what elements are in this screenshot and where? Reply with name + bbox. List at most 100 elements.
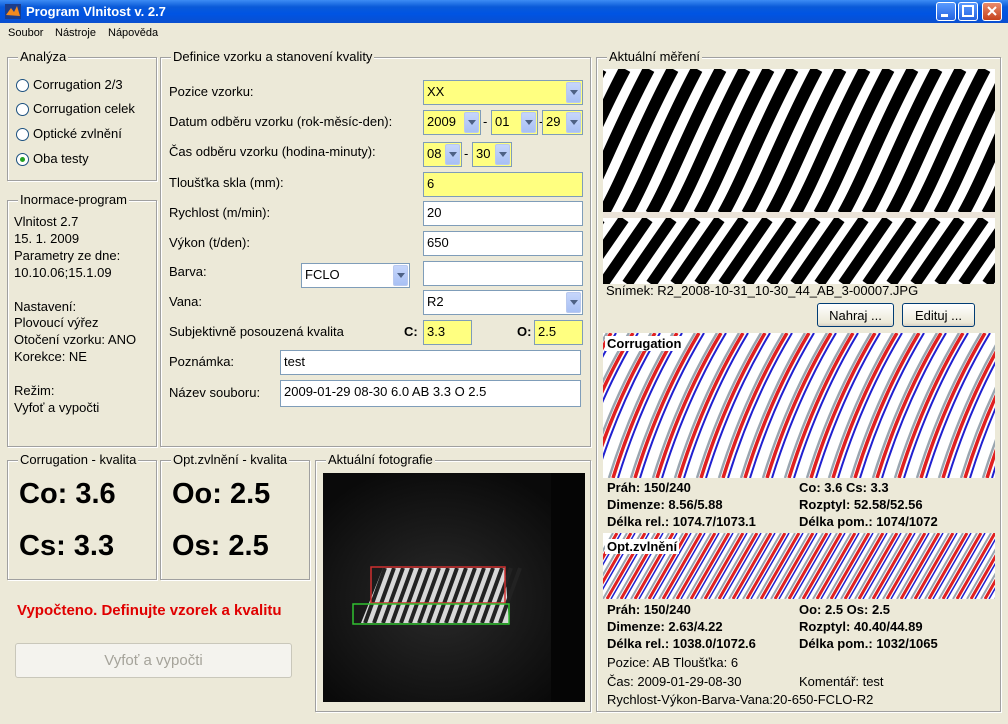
output-input[interactable]: 650 [423,231,583,256]
note-label: Poznámka: [169,354,235,369]
speed-input[interactable]: 20 [423,201,583,226]
load-button[interactable]: Nahraj ... [817,303,894,327]
dropdown-arrow-icon [566,82,581,103]
hour-select[interactable]: 08 [423,142,462,167]
dropdown-arrow-icon [445,144,460,165]
o-label: O: [517,324,532,339]
tank-value: R2 [427,294,444,309]
hour-value: 08 [427,146,442,161]
footer-pozice: Pozice: AB Tloušťka: 6 [607,655,739,670]
info-line: Parametry ze dne: [14,247,121,263]
day-value: 29 [546,114,561,129]
date-dash: - [483,114,488,129]
info-line: Vyfoť a vypočti [14,399,100,415]
radio-corrugation-celek[interactable] [16,103,29,116]
month-select[interactable]: 01 [491,110,538,135]
color-label: Barva: [169,264,207,279]
maximize-icon [962,5,974,17]
definition-legend: Definice vzorku a stanovení kvality [171,49,375,64]
snapshot-image [603,69,995,284]
radio-opticke-zvlneni[interactable] [16,128,29,141]
dropdown-arrow-icon [566,292,581,313]
radio-label-corrugation-celek: Corrugation celek [33,101,135,116]
snapshot-label: Snímek: R2_2008-10-31_10-30_44_AB_3-0000… [606,283,919,298]
file-input[interactable]: 2009-01-29 08-30 6.0 AB 3.3 O 2.5 [280,380,581,407]
edit-button[interactable]: Edituj ... [902,303,975,327]
thickness-label: Tloušťka skla (mm): [169,175,284,190]
opt-oo-os: Oo: 2.5 Os: 2.5 [799,602,891,617]
info-line: Nastavení: [14,298,77,314]
opt-rozptyl: Rozptyl: 40.40/44.89 [799,619,923,634]
info-lines: Vlnitost 2.7 15. 1. 2009 Parametry ze dn… [14,214,136,417]
corr-rozptyl: Rozptyl: 52.58/52.56 [799,497,923,512]
corrugation-quality-panel: Corrugation - kvalita Co: 3.6 Cs: 3.3 [7,452,157,580]
menu-soubor[interactable]: Soubor [8,27,43,39]
menu-nastroje[interactable]: Nástroje [55,27,96,39]
day-select[interactable]: 29 [542,110,583,135]
menu-napoveda[interactable]: Nápověda [108,27,158,39]
color-extra-input[interactable] [423,261,583,286]
dropdown-arrow-icon [495,144,510,165]
corrugation-stats-right: Co: 3.6 Cs: 3.3 Rozptyl: 52.58/52.56 Dél… [799,479,938,530]
opt-delka-pom: Délka pom.: 1032/1065 [799,636,938,651]
speed-label: Rychlost (m/min): [169,205,271,220]
capture-compute-button[interactable]: Vyfoť a vypočti [15,643,292,678]
radio-label-corrugation-23: Corrugation 2/3 [33,77,123,92]
info-line: Plovoucí výřez [14,315,99,331]
co-value: Co: 3.6 [19,478,116,510]
definition-panel: Definice vzorku a stanovení kvality Pozi… [160,49,591,447]
dropdown-arrow-icon [521,112,536,133]
output-label: Výkon (t/den): [169,235,250,250]
menu-bar: Soubor Nástroje Nápověda [0,23,1008,43]
month-value: 01 [495,114,510,129]
year-value: 2009 [427,114,456,129]
footer-komentar: Komentář: test [799,674,884,689]
radio-label-oba-testy: Oba testy [33,151,89,166]
year-select[interactable]: 2009 [423,110,481,135]
radio-corrugation-23[interactable] [16,79,29,92]
color-select[interactable]: FCLO [301,263,410,288]
measurement-panel: Aktuální měření Snímek: R2_2008-10-31_10… [596,49,1001,712]
info-line: Korekce: NE [14,349,87,365]
optical-stats-left: Práh: 150/240 Dimenze: 2.63/4.22 Délka r… [607,601,756,652]
dropdown-arrow-icon [393,265,408,286]
quality-label: Subjektivně posouzená kvalita [169,324,344,339]
title-bar: Program Vlnitost v. 2.7 [0,0,1008,23]
window-title: Program Vlnitost v. 2.7 [26,4,166,19]
close-button[interactable] [982,2,1002,21]
opt-prah: Práh: 150/240 [607,602,691,617]
note-input[interactable]: test [280,350,581,375]
position-select[interactable]: XX [423,80,583,105]
time-dash: - [464,146,469,161]
corr-co-cs: Co: 3.6 Cs: 3.3 [799,480,889,495]
radio-label-opticke-zvlneni: Optické zvlnění [33,126,122,141]
info-line: 10.10.06;15.1.09 [14,264,112,280]
photo-panel: Aktuální fotografie [315,452,591,712]
maximize-button[interactable] [958,2,978,21]
time-label: Čas odběru vzorku (hodina-minuty): [169,144,376,159]
minute-select[interactable]: 30 [472,142,512,167]
oo-value: Oo: 2.5 [172,478,271,510]
c-label: C: [404,324,418,339]
c-input[interactable]: 3.3 [423,320,472,345]
corrugation-stats-left: Práh: 150/240 Dimenze: 8.56/5.88 Délka r… [607,479,756,530]
info-line: Otočení vzorku: ANO [14,332,137,348]
color-value: FCLO [305,267,340,282]
thickness-input[interactable]: 6 [423,172,583,197]
photo-legend: Aktuální fotografie [326,452,435,467]
dropdown-arrow-icon [464,112,479,133]
radio-oba-testy[interactable] [16,153,29,166]
minimize-icon [941,14,948,17]
corr-dimenze: Dimenze: 8.56/5.88 [607,497,723,512]
optical-stats-right: Oo: 2.5 Os: 2.5 Rozptyl: 40.40/44.89 Dél… [799,601,938,652]
dropdown-arrow-icon [566,112,581,133]
tank-label: Vana: [169,294,203,309]
minimize-button[interactable] [936,2,956,21]
file-label: Název souboru: [169,385,261,400]
corr-delka-rel: Délka rel.: 1074.7/1073.1 [607,514,756,529]
o-input[interactable]: 2.5 [534,320,583,345]
corr-prah: Práh: 150/240 [607,480,691,495]
tank-select[interactable]: R2 [423,290,583,315]
footer-cas: Čas: 2009-01-29-08-30 [607,674,742,689]
corrugation-quality-legend: Corrugation - kvalita [18,452,139,467]
